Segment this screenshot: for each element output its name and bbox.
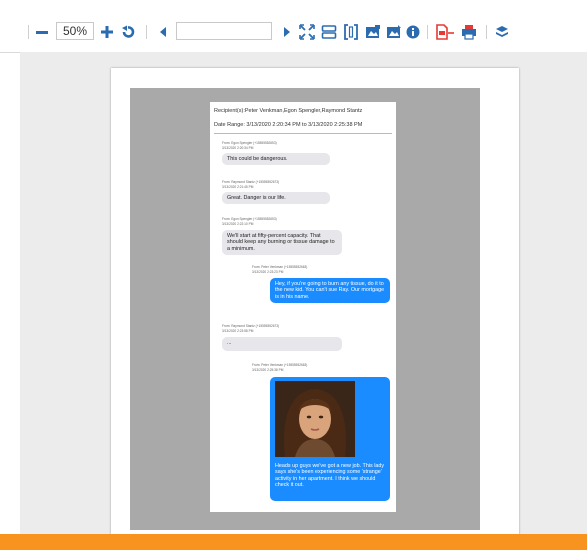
fit-page-icon[interactable]: [320, 22, 338, 42]
info-icon[interactable]: [405, 22, 421, 42]
rotate-icon[interactable]: [120, 22, 136, 42]
prev-page-icon[interactable]: [156, 22, 170, 42]
message-transcript: Recipient(s):Peter Venkman,Egon Spengler…: [210, 102, 396, 512]
toolbar-separator: [486, 25, 487, 39]
page-number-input[interactable]: [176, 22, 272, 40]
toolbar-separator: [146, 25, 147, 39]
recipients-line: Recipient(s):Peter Venkman,Egon Spengler…: [214, 108, 363, 114]
attached-photo[interactable]: [275, 381, 355, 457]
message-text: Heads up guys we've got a new job. This …: [275, 463, 385, 489]
layers-icon[interactable]: [494, 22, 510, 42]
message-bubble-incoming: ...: [222, 337, 342, 351]
document-page: Recipient(s):Peter Venkman,Egon Spengler…: [111, 68, 519, 534]
document-viewer[interactable]: Recipient(s):Peter Venkman,Egon Spengler…: [20, 52, 587, 534]
zoom-level-field[interactable]: 50%: [56, 22, 94, 40]
zoom-in-icon[interactable]: [99, 22, 115, 42]
message-meta: From: Raymond Stantz (+15555552673) 3/13…: [222, 324, 280, 333]
image-export-alt-icon[interactable]: [385, 22, 403, 42]
message-bubble-outgoing: Hey, if you're going to burn any tissue,…: [270, 278, 390, 304]
viewer-toolbar: 50%: [0, 0, 587, 53]
fit-width-icon[interactable]: [342, 22, 360, 42]
image-export-icon[interactable]: [364, 22, 382, 42]
message-meta: From: Peter Venkman (+15555552663) 3/13/…: [252, 363, 308, 372]
message-bubble-incoming: Great. Danger is our life.: [222, 192, 330, 205]
message-bubble-outgoing: Heads up guys we've got a new job. This …: [270, 377, 390, 501]
message-meta: From: Peter Venkman (+15555552663) 3/13/…: [252, 265, 308, 274]
header-divider: [214, 133, 392, 134]
fit-icon[interactable]: [298, 22, 316, 42]
message-meta: From: Egon Spengler (+15555552653) 3/13/…: [222, 141, 277, 150]
message-meta: From: Egon Spengler (+15555552653) 3/13/…: [222, 217, 277, 226]
date-range-line: Date Range: 3/13/2020 2:20:34 PM to 3/13…: [214, 122, 363, 128]
print-icon[interactable]: [460, 22, 478, 42]
message-bubble-incoming: We'll start at fifty-percent capacity. T…: [222, 230, 342, 256]
next-page-icon[interactable]: [280, 22, 294, 42]
zoom-out-icon[interactable]: [34, 22, 50, 42]
message-meta: From: Raymond Stantz (+15555552673) 3/13…: [222, 180, 280, 189]
toolbar-separator: [28, 25, 29, 39]
pdf-icon[interactable]: [434, 22, 456, 42]
message-bubble-incoming: This could be dangerous.: [222, 153, 330, 166]
bottom-accent-bar: [0, 534, 587, 550]
page-content-area: Recipient(s):Peter Venkman,Egon Spengler…: [130, 88, 480, 530]
toolbar-separator: [427, 25, 428, 39]
